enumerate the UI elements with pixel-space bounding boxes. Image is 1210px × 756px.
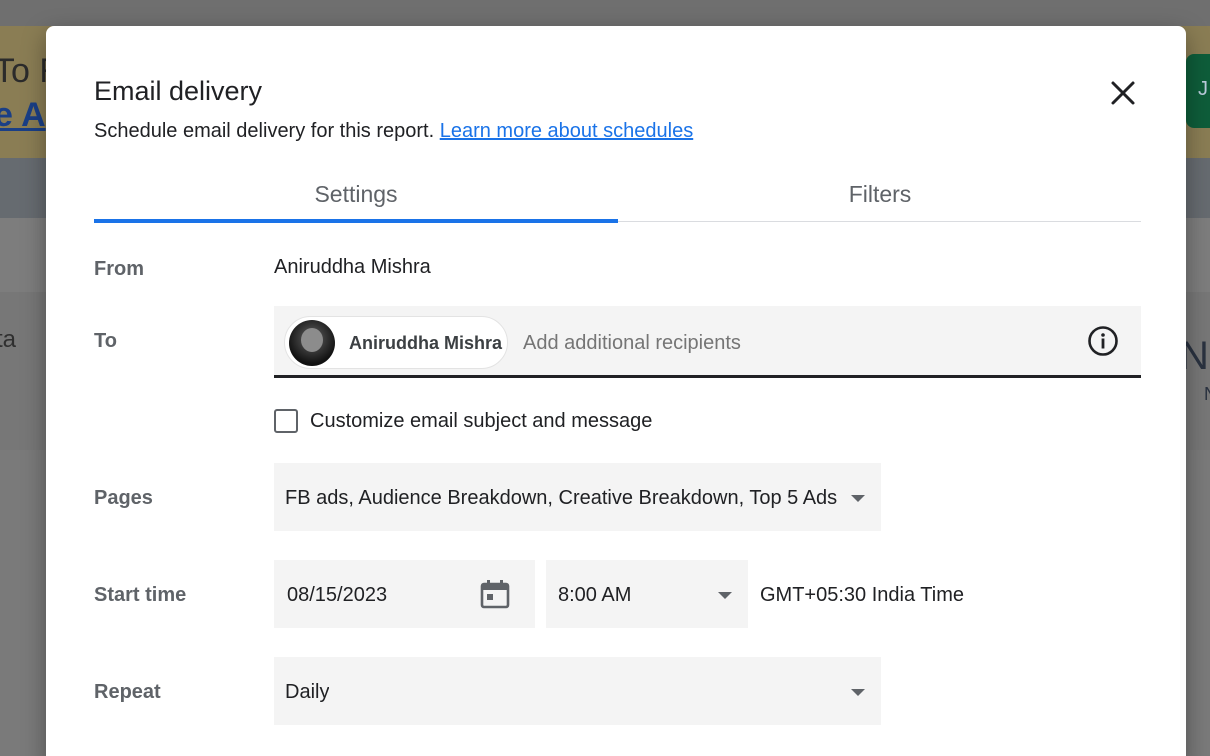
avatar xyxy=(289,320,335,366)
backdrop-right-small: N xyxy=(1204,384,1210,405)
customize-label: Customize email subject and message xyxy=(310,410,653,432)
chevron-down-icon xyxy=(851,689,865,696)
pages-label: Pages xyxy=(94,487,153,509)
repeat-label: Repeat xyxy=(94,681,161,703)
from-value: Aniruddha Mishra xyxy=(274,256,431,278)
chevron-down-icon xyxy=(718,592,732,599)
dialog-subtitle: Schedule email delivery for this report.… xyxy=(94,120,693,143)
close-button[interactable] xyxy=(1108,78,1138,108)
subtitle-text: Schedule email delivery for this report. xyxy=(94,120,435,142)
customize-checkbox[interactable] xyxy=(274,409,298,433)
tab-settings[interactable]: Settings xyxy=(94,172,618,223)
from-label: From xyxy=(94,258,144,280)
info-icon[interactable] xyxy=(1087,325,1119,357)
backdrop-right-button-label: J xyxy=(1198,78,1208,100)
tab-filters[interactable]: Filters xyxy=(618,172,1142,222)
repeat-select[interactable]: Daily xyxy=(274,657,881,725)
tab-bar: Settings Filters xyxy=(94,172,1142,223)
calendar-icon[interactable] xyxy=(479,578,511,610)
dialog-title: Email delivery xyxy=(94,76,263,106)
start-date-value: 08/15/2023 xyxy=(287,584,388,606)
pages-select-value: FB ads, Audience Breakdown, Creative Bre… xyxy=(285,487,838,509)
email-delivery-dialog: Email delivery Schedule email delivery f… xyxy=(46,26,1186,756)
backdrop-top-band xyxy=(0,0,1210,26)
to-label: To xyxy=(94,330,117,352)
learn-more-link[interactable]: Learn more about schedules xyxy=(440,120,694,142)
start-time-select[interactable]: 8:00 AM xyxy=(546,560,748,628)
add-recipients-input[interactable] xyxy=(523,332,1023,355)
recipient-chip[interactable]: Aniruddha Mishra xyxy=(284,316,508,369)
start-time-label: Start time xyxy=(94,584,187,606)
repeat-select-value: Daily xyxy=(285,681,330,703)
to-field[interactable]: Aniruddha Mishra xyxy=(274,306,1141,378)
backdrop-right-button: J xyxy=(1186,54,1210,128)
chevron-down-icon xyxy=(851,495,865,502)
timezone-text: GMT+05:30 India Time xyxy=(760,584,964,606)
recipient-chip-name: Aniruddha Mishra xyxy=(349,333,503,353)
start-date-field[interactable]: 08/15/2023 xyxy=(274,560,535,628)
start-time-value: 8:00 AM xyxy=(558,584,632,606)
close-icon xyxy=(1111,81,1135,105)
backdrop-left-text: ta xyxy=(0,326,17,353)
backdrop-banner-link: e A xyxy=(0,96,46,134)
pages-select[interactable]: FB ads, Audience Breakdown, Creative Bre… xyxy=(274,463,881,531)
